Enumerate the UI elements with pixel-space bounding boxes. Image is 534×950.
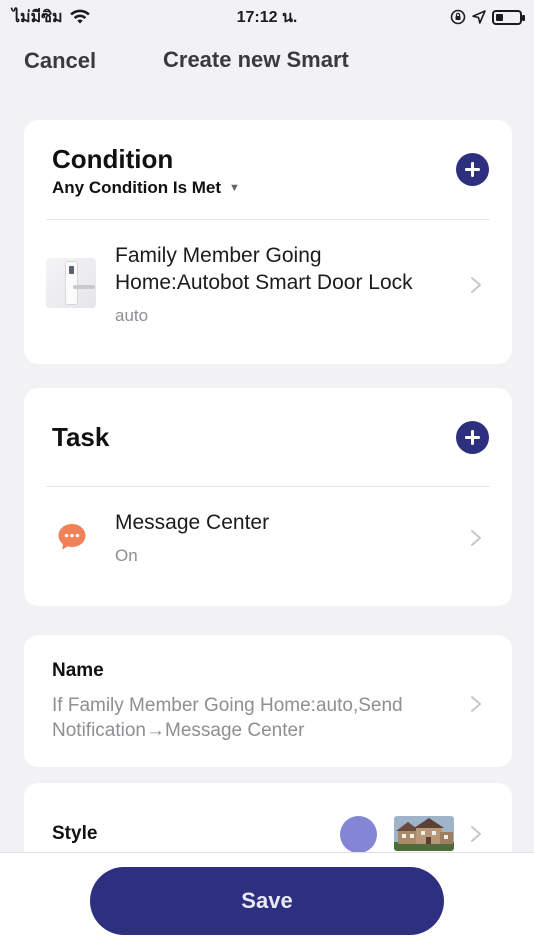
- battery-icon: [492, 9, 525, 25]
- condition-card: Condition Any Condition Is Met ▼ Family …: [24, 120, 512, 364]
- status-left: ไม่มีซิม: [12, 5, 91, 30]
- chevron-down-icon: ▼: [229, 182, 240, 194]
- chevron-right-icon: [470, 276, 482, 294]
- task-card: Task Message Center On: [24, 388, 512, 606]
- condition-title: Condition: [52, 144, 174, 174]
- status-right: [450, 9, 525, 25]
- page-title: Create new Smart: [163, 47, 349, 72]
- plus-icon: [465, 430, 480, 445]
- bottom-bar: Save: [0, 852, 534, 950]
- condition-item-title: Family Member Going Home:Autobot Smart D…: [115, 244, 413, 294]
- lock-screen: [68, 266, 74, 274]
- style-color-swatch[interactable]: [340, 816, 377, 853]
- condition-item-subtitle: auto: [115, 306, 149, 325]
- lock-body: [64, 261, 95, 305]
- chevron-right-icon: [470, 695, 482, 713]
- task-item-title: Message Center: [115, 511, 270, 534]
- condition-mode-dropdown[interactable]: Any Condition Is Met ▼: [52, 178, 240, 198]
- nav-bar: Cancel Create new Smart: [0, 40, 534, 84]
- status-bar: ไม่มีซิม 17:12 น.: [0, 0, 534, 34]
- message-bubble-icon: [58, 524, 86, 550]
- lock-handle: [72, 285, 95, 289]
- name-label: Name: [52, 660, 104, 681]
- style-background-image[interactable]: [394, 816, 454, 851]
- chevron-right-icon: [470, 529, 482, 547]
- orientation-lock-icon: [450, 9, 466, 25]
- status-time: 17:12 น.: [236, 8, 298, 26]
- carrier-label: ไม่มีซิม: [12, 8, 63, 26]
- door-lock-device-icon: [46, 258, 96, 308]
- cancel-button[interactable]: Cancel: [24, 48, 96, 74]
- wifi-icon: [69, 9, 90, 24]
- task-item[interactable]: Message Center On: [24, 487, 512, 606]
- add-task-button[interactable]: [456, 421, 489, 454]
- task-title: Task: [52, 422, 110, 452]
- task-item-subtitle: On: [115, 546, 138, 565]
- style-label: Style: [52, 823, 98, 844]
- name-card[interactable]: Name If Family Member Going Home:auto,Se…: [24, 635, 512, 767]
- save-button[interactable]: Save: [90, 867, 444, 935]
- plus-icon: [465, 162, 480, 177]
- add-condition-button[interactable]: [456, 153, 489, 186]
- battery-level: [496, 13, 503, 21]
- condition-item[interactable]: Family Member Going Home:Autobot Smart D…: [24, 220, 512, 364]
- chevron-right-icon: [470, 825, 482, 843]
- location-arrow-icon: [472, 10, 486, 24]
- house-thumbnail-icon: [394, 816, 454, 851]
- name-value: If Family Member Going Home:auto,Send No…: [52, 695, 403, 741]
- condition-mode-label: Any Condition Is Met: [52, 178, 222, 197]
